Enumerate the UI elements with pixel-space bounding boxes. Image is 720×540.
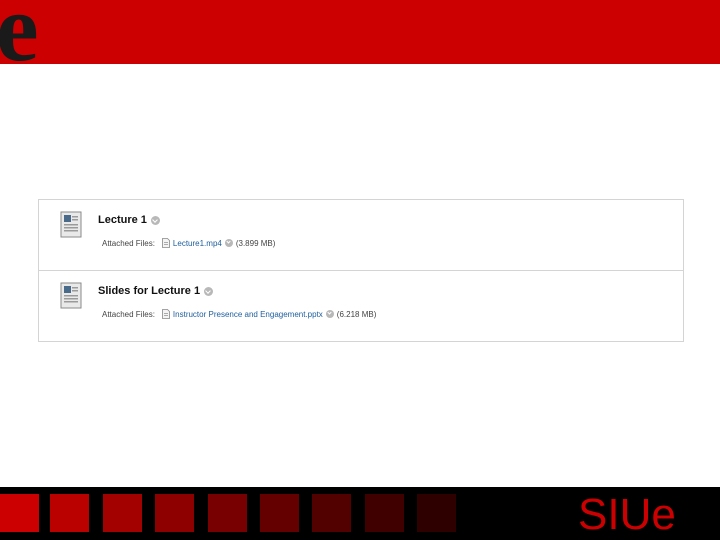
attached-files-label: Attached Files:	[102, 238, 155, 248]
item-title[interactable]: Lecture 1	[98, 214, 147, 226]
file-size: (3.899 MB)	[235, 238, 276, 248]
decorative-square	[50, 494, 89, 532]
file-options-chevron-icon[interactable]	[325, 310, 334, 318]
e-logo: e	[0, 0, 39, 64]
top-banner: e	[0, 0, 720, 64]
document-icon	[60, 211, 82, 238]
file-icon	[162, 238, 170, 248]
file-options-chevron-icon[interactable]	[224, 239, 233, 247]
decorative-square	[365, 494, 404, 532]
item-options-chevron-icon[interactable]	[204, 286, 214, 296]
content-item: Lecture 1 Attached Files: Lecture1.mp4 (…	[39, 200, 683, 271]
content-item: Slides for Lecture 1 Attached Files: Ins…	[39, 271, 683, 342]
item-title[interactable]: Slides for Lecture 1	[98, 285, 200, 297]
file-link[interactable]: Instructor Presence and Engagement.pptx	[173, 310, 323, 319]
decorative-square	[208, 494, 247, 532]
decorative-square	[155, 494, 194, 532]
file-size: (6.218 MB)	[336, 309, 377, 319]
file-link[interactable]: Lecture1.mp4	[173, 239, 222, 248]
e-logo-letter: e	[0, 0, 39, 64]
decorative-square	[260, 494, 299, 532]
siue-logo: SIUe	[578, 491, 676, 535]
attached-files-row: Attached Files: Instructor Presence and …	[102, 309, 376, 319]
decorative-square	[417, 494, 456, 532]
content-list: Lecture 1 Attached Files: Lecture1.mp4 (…	[38, 199, 684, 342]
decorative-square	[312, 494, 351, 532]
document-icon	[60, 282, 82, 309]
item-options-chevron-icon[interactable]	[150, 215, 160, 225]
attached-files-label: Attached Files:	[102, 309, 155, 319]
siue-logo-text: SIUe	[578, 491, 676, 535]
attached-files-row: Attached Files: Lecture1.mp4 (3.899 MB)	[102, 238, 275, 248]
decorative-square	[0, 494, 39, 532]
file-icon	[162, 309, 170, 319]
decorative-square	[103, 494, 142, 532]
